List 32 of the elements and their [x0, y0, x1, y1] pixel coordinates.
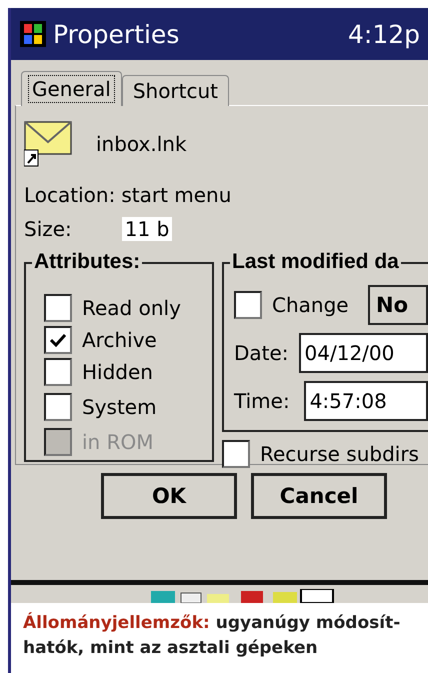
checkmark-icon — [50, 333, 66, 347]
checkbox-label: Change — [272, 293, 349, 317]
size-value: 11 b — [122, 217, 172, 241]
time-label: Time: — [234, 389, 290, 413]
tab[interactable]: General — [21, 71, 122, 106]
now-button[interactable]: No — [368, 285, 428, 325]
checkbox[interactable] — [44, 326, 72, 354]
checkbox[interactable] — [44, 358, 72, 386]
checkbox-label: Hidden — [82, 360, 153, 384]
windows-flag-icon — [19, 20, 47, 48]
file-name: inbox.lnk — [96, 132, 187, 156]
checkbox[interactable] — [44, 294, 72, 322]
time-field[interactable]: 4:57:08 — [304, 381, 428, 421]
checkbox-label: in ROM — [82, 430, 154, 454]
size-label: Size: — [24, 217, 72, 241]
envelope-shortcut-icon — [24, 120, 74, 168]
checkbox[interactable] — [222, 440, 250, 468]
ok-button[interactable]: OK — [101, 473, 237, 519]
checkbox-label: System — [82, 395, 157, 419]
checkbox-label: Read only — [82, 296, 181, 320]
window-title: Properties — [53, 20, 180, 48]
clock: 4:12p — [348, 20, 420, 48]
cancel-button[interactable]: Cancel — [251, 473, 387, 519]
checkbox-label: Recurse subdirs — [260, 442, 419, 466]
location-label: Location: — [24, 183, 116, 207]
location-value: start menu — [121, 183, 232, 207]
date-label: Date: — [234, 341, 289, 365]
checkbox[interactable] — [234, 291, 262, 319]
tab[interactable]: Shortcut — [122, 75, 230, 106]
checkbox[interactable] — [44, 393, 72, 421]
checkbox-label: Archive — [82, 328, 157, 352]
date-field[interactable]: 04/12/00 — [298, 333, 428, 373]
